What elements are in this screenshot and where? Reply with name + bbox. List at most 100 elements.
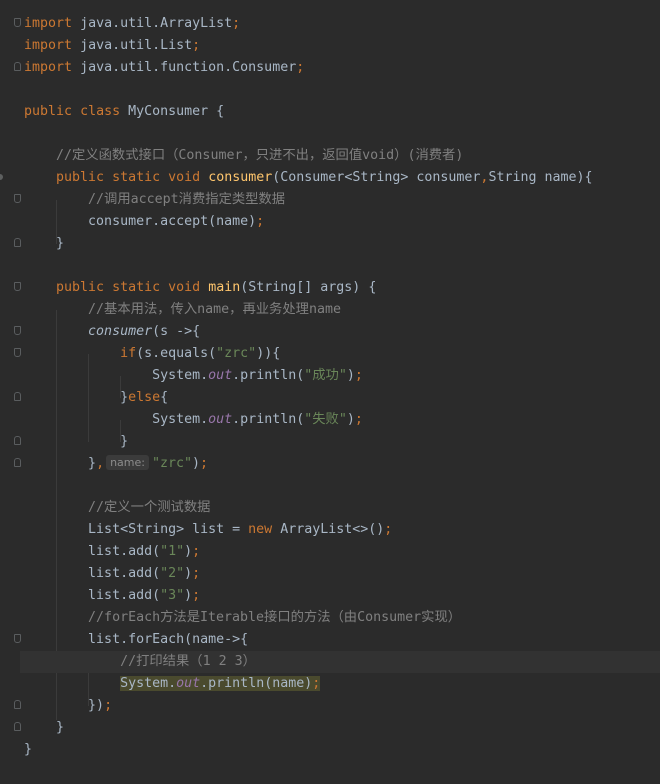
code-line-list-add[interactable]: list.add("2"); xyxy=(24,563,660,585)
keyword: import xyxy=(24,38,73,53)
code-line-comment[interactable]: //forEach方法是Iterable接口的方法（由Consumer实现） xyxy=(24,607,660,629)
semicolon: ; xyxy=(312,676,321,691)
code-line-accept[interactable]: consumer.accept(name); xyxy=(24,211,660,233)
fold-marker-icon[interactable] xyxy=(14,348,21,357)
fold-marker-icon[interactable] xyxy=(14,62,21,71)
code-line-println-fail[interactable]: System.out.println("失败"); xyxy=(24,409,660,431)
semicolon: ; xyxy=(200,456,209,471)
code-line-current[interactable]: //打印结果（1 2 3） xyxy=(20,651,660,673)
code-line-foreach-close[interactable]: }); xyxy=(24,695,660,717)
code-line-3[interactable]: import java.util.function.Consumer; xyxy=(24,57,660,79)
keyword: void xyxy=(168,170,201,185)
println-call: .println( xyxy=(232,412,305,427)
string-literal: "成功" xyxy=(304,368,347,383)
semicolon: ; xyxy=(192,588,201,603)
code-line-list-add[interactable]: list.add("1"); xyxy=(24,541,660,563)
semicolon: ; xyxy=(192,544,201,559)
semicolon: ; xyxy=(354,368,363,383)
list-add-call: list.add( xyxy=(88,566,161,581)
constructor-call: ArrayList<>() xyxy=(280,522,385,537)
system-ref: System. xyxy=(152,368,209,383)
keyword: if xyxy=(120,346,137,361)
code-line-comment[interactable]: //调用accept消费指定类型数据 xyxy=(24,189,660,211)
field-ref: out xyxy=(208,368,233,383)
code-line-comment[interactable]: //定义函数式接口（Consumer，只进不出，返回值void）(消费者) xyxy=(24,145,660,167)
println-call: .println( xyxy=(232,368,305,383)
code-comment: //定义函数式接口（Consumer，只进不出，返回值void）(消费者) xyxy=(56,148,464,163)
param-type: Consumer xyxy=(280,170,345,185)
keyword: import xyxy=(24,16,73,31)
string-literal: "zrc" xyxy=(216,346,257,361)
param-type: String xyxy=(488,170,537,185)
code-line-foreach[interactable]: list.forEach(name->{ xyxy=(24,629,660,651)
semicolon: ; xyxy=(232,16,241,31)
fold-marker-icon[interactable] xyxy=(14,700,21,709)
string-literal: "2" xyxy=(160,566,185,581)
system-ref: System. xyxy=(152,412,209,427)
import-path: java.util.function.Consumer xyxy=(80,60,297,75)
code-line-2[interactable]: import java.util.List; xyxy=(24,35,660,57)
code-editor[interactable]: import java.util.ArrayList; import java.… xyxy=(0,0,660,784)
method-name: consumer xyxy=(208,170,273,185)
comma: , xyxy=(96,456,105,471)
keyword: public xyxy=(56,170,105,185)
field-ref: out xyxy=(208,412,233,427)
fold-marker-icon[interactable] xyxy=(14,194,21,203)
fold-marker-icon[interactable] xyxy=(14,238,21,247)
keyword: public xyxy=(56,280,105,295)
fold-marker-icon[interactable] xyxy=(14,282,21,291)
code-statement: consumer.accept(name) xyxy=(88,214,257,229)
list-add-call: list.add( xyxy=(88,544,161,559)
semicolon: ; xyxy=(256,214,265,229)
keyword: else xyxy=(128,390,161,405)
string-literal: "3" xyxy=(160,588,185,603)
code-line-if[interactable]: if(s.equals("zrc")){ xyxy=(24,343,660,365)
system-ref: System. xyxy=(120,676,177,691)
semicolon: ; xyxy=(104,698,113,713)
code-line-close[interactable]: } xyxy=(24,431,660,453)
code-comment: //定义一个测试数据 xyxy=(88,500,211,515)
semicolon: ; xyxy=(296,60,305,75)
fold-marker-icon[interactable] xyxy=(14,392,21,401)
semicolon: ; xyxy=(354,412,363,427)
code-line-lambda-close[interactable]: }, name: "zrc"); xyxy=(24,453,660,475)
code-line-consumer-call[interactable]: consumer(s ->{ xyxy=(24,321,660,343)
code-line-else[interactable]: }else{ xyxy=(24,387,660,409)
code-line-main-method[interactable]: public static void main(String[] args) { xyxy=(24,277,660,299)
code-comment: //forEach方法是Iterable接口的方法（由Consumer实现） xyxy=(88,610,462,625)
fold-marker-icon[interactable] xyxy=(14,326,21,335)
parameter-hint: name: xyxy=(106,455,149,470)
semicolon: ; xyxy=(192,38,201,53)
fold-marker-icon[interactable] xyxy=(14,634,21,643)
method-name: main xyxy=(208,280,241,295)
code-line-list-decl[interactable]: List<String> list = new ArrayList<>(); xyxy=(24,519,660,541)
fold-marker-icon[interactable] xyxy=(14,18,21,27)
code-line-consumer-method[interactable]: public static void consumer(Consumer<Str… xyxy=(24,167,660,189)
code-line-comment[interactable]: //基本用法，传入name，再业务处理name xyxy=(24,299,660,321)
code-line-close[interactable]: } xyxy=(24,717,660,739)
fold-marker-icon[interactable] xyxy=(14,436,21,445)
string-literal: "1" xyxy=(160,544,185,559)
code-line-class-close[interactable]: } xyxy=(24,739,660,761)
field-ref: out xyxy=(176,676,201,691)
param-name: consumer xyxy=(416,170,481,185)
generic-type: <String> xyxy=(344,170,409,185)
string-literal: "失败" xyxy=(304,412,347,427)
keyword: new xyxy=(248,522,273,537)
import-path: java.util.List xyxy=(80,38,193,53)
method-call: consumer xyxy=(88,324,153,339)
fold-marker-icon[interactable] xyxy=(14,722,21,731)
code-line-println-success[interactable]: System.out.println("成功"); xyxy=(24,365,660,387)
code-line-1[interactable]: import java.util.ArrayList; xyxy=(24,13,660,35)
code-line-println-name[interactable]: System.out.println(name); xyxy=(24,673,660,695)
class-name: MyConsumer xyxy=(128,104,209,119)
code-line-class[interactable]: public class MyConsumer { xyxy=(24,101,660,123)
code-line-comment[interactable]: //定义一个测试数据 xyxy=(24,497,660,519)
println-call: .println( xyxy=(200,676,273,691)
fold-marker-icon[interactable] xyxy=(14,458,21,467)
lambda-open: (s ->{ xyxy=(152,324,201,339)
code-line-close[interactable]: } xyxy=(24,233,660,255)
highlighted-statement: System.out.println(name); xyxy=(120,676,321,691)
code-line-list-add[interactable]: list.add("3"); xyxy=(24,585,660,607)
string-literal: "zrc" xyxy=(151,456,193,471)
